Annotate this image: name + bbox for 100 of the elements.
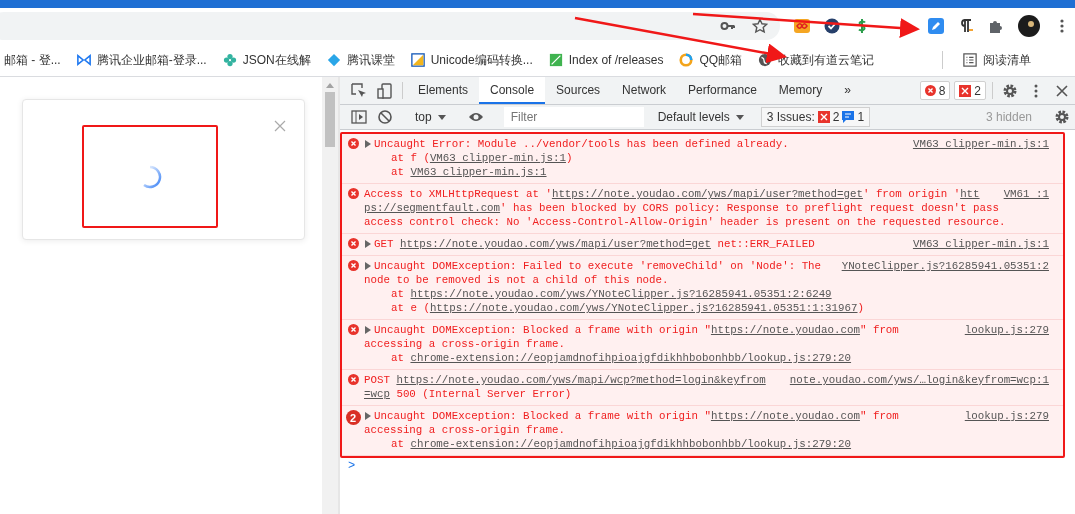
- error-icon: [347, 238, 359, 249]
- error-text: access control check: No 'Access-Control-Allow-Origin' header is present on the requested resource.: [364, 215, 1006, 229]
- issue-flag-icon: [959, 84, 972, 97]
- error-text: GET: [374, 237, 395, 251]
- code-link[interactable]: =wcp: [364, 387, 390, 401]
- levels-dropdown[interactable]: Default levels: [649, 110, 752, 124]
- error-text: accessing a cross-origin frame.: [364, 423, 565, 437]
- code-link[interactable]: https://note.youdao.com/yws/mapi/user?method=get: [551, 187, 863, 201]
- source-link[interactable]: YNoteClipper.js?16285941.05351:2: [833, 259, 1049, 273]
- caret-icon: [735, 114, 744, 120]
- star-icon[interactable]: [752, 18, 768, 34]
- source-link[interactable]: lookup.js:279: [956, 323, 1049, 337]
- check-circle-icon[interactable]: [824, 18, 840, 34]
- error-text: ' from origin ': [862, 187, 961, 201]
- scrollbar[interactable]: [322, 77, 340, 514]
- expand-triangle-icon[interactable]: [364, 262, 372, 270]
- pilcrow-icon[interactable]: [958, 18, 974, 34]
- error-icon: [347, 260, 359, 271]
- issue-flag-icon: [817, 111, 830, 123]
- pen-square-icon[interactable]: [928, 18, 944, 34]
- error-count-badge[interactable]: 8: [919, 81, 951, 100]
- error-icon: [347, 138, 359, 149]
- error-text: ): [857, 301, 864, 315]
- error-text: net::ERR_FAILED: [716, 237, 815, 251]
- code-link[interactable]: chrome-extension://eopjamdnofihpioajgfdikhhbobonhbb/lookup.js:279:20: [410, 437, 852, 451]
- bookmark-link[interactable]: 邮箱 - 登...: [0, 51, 69, 69]
- code-link[interactable]: chrome-extension://eopjamdnofihpioajgfdikhhbobonhbb/lookup.js:279:20: [410, 351, 852, 365]
- expand-triangle-icon[interactable]: [364, 140, 372, 148]
- bookmark-link[interactable]: QQ邮箱: [671, 51, 751, 69]
- settings-icon[interactable]: [1054, 109, 1070, 125]
- code-link[interactable]: https://note.youdao.com: [710, 323, 860, 337]
- devtools-tab[interactable]: Performance: [677, 77, 768, 104]
- list-icon: [963, 53, 978, 67]
- error-text: at: [391, 287, 405, 301]
- issue-count-badge[interactable]: 2: [954, 81, 986, 100]
- code-link[interactable]: htt: [960, 187, 980, 201]
- code-link[interactable]: https://note.youdao.com/yws/mapi/wcp?method=login&keyfrom: [396, 373, 766, 387]
- code-link[interactable]: VM63 clipper-min.js:1: [410, 165, 547, 179]
- error-text: Uncaught DOMException: Blocked a frame with origin ": [374, 323, 711, 337]
- error-text: accessing a cross-origin frame.: [364, 337, 565, 351]
- code-link[interactable]: https://note.youdao.com/yws/mapi/user?method=get: [399, 237, 711, 251]
- device-icon[interactable]: [377, 82, 393, 99]
- context-dropdown[interactable]: top: [407, 110, 454, 124]
- bookmark-link[interactable]: JSON在线解: [214, 51, 319, 69]
- devtools-tab[interactable]: Memory: [767, 77, 834, 104]
- issues-button[interactable]: 3 Issues: 2 1: [760, 107, 871, 127]
- bookmark-link[interactable]: Index of /releases: [540, 53, 672, 67]
- filter-field[interactable]: Filter: [503, 107, 644, 127]
- devtools-tab[interactable]: Console: [479, 77, 546, 104]
- error-text: at: [391, 351, 405, 365]
- code-link[interactable]: https://note.youdao.com/yws/YNoteClipper.js?16285941.05351:1:31967: [429, 301, 858, 315]
- bookmark-link[interactable]: 腾讯课堂: [318, 51, 403, 69]
- avatar-icon[interactable]: [1018, 15, 1040, 37]
- error-text: at f (: [391, 151, 430, 165]
- scrollbar-thumb[interactable]: [325, 92, 335, 147]
- devtools-tab[interactable]: Network: [611, 77, 678, 104]
- leaf-icon: [548, 53, 563, 67]
- code-link[interactable]: ps://segmentfault.com: [364, 201, 501, 215]
- more-tabs-button[interactable]: »: [833, 77, 862, 104]
- error-text: at e (: [391, 301, 430, 315]
- ring-icon: [679, 53, 694, 67]
- error-text: Uncaught Error: Module ../vendor/tools has been defined already.: [374, 137, 789, 151]
- expand-triangle-icon[interactable]: [364, 240, 372, 248]
- expand-triangle-icon[interactable]: [364, 412, 372, 420]
- expand-triangle-icon[interactable]: [364, 326, 372, 334]
- error-icon: [347, 188, 359, 199]
- address-bar[interactable]: [0, 12, 780, 40]
- console-prompt[interactable]: >: [340, 458, 1075, 473]
- error-text: at: [391, 437, 405, 451]
- repeat-count-badge: 2: [345, 410, 361, 425]
- error-text: ' has been blocked by CORS policy: Response to preflight request doesn't pass: [500, 201, 999, 215]
- puzzle-icon[interactable]: [988, 18, 1004, 34]
- inspect-icon[interactable]: [351, 82, 367, 99]
- source-link[interactable]: VM63 clipper-min.js:1: [904, 237, 1049, 251]
- error-text: " from: [859, 323, 899, 337]
- close-icon[interactable]: [1054, 82, 1070, 99]
- bookmark-link[interactable]: 腾讯企业邮箱-登录...: [68, 51, 215, 69]
- error-icon: [347, 374, 359, 385]
- reading-list-link[interactable]: 阅读清单: [955, 51, 1040, 69]
- source-link[interactable]: lookup.js:279: [956, 409, 1049, 423]
- sidebar-toggle-icon[interactable]: [351, 109, 367, 125]
- source-link[interactable]: VM63 clipper-min.js:1: [904, 137, 1049, 151]
- code-link[interactable]: https://note.youdao.com/yws/YNoteClipper.js?16285941.05351:2:6249: [410, 287, 832, 301]
- error-text: Uncaught DOMException: Blocked a frame with origin ": [374, 409, 711, 423]
- source-link[interactable]: VM61 :1: [995, 187, 1049, 201]
- error-icon: [924, 85, 936, 96]
- devtools-tab[interactable]: Sources: [545, 77, 612, 104]
- code-link[interactable]: https://note.youdao.com: [710, 409, 860, 423]
- diamond-icon: [326, 53, 341, 67]
- globe-icon: [758, 53, 773, 67]
- bookmark-link[interactable]: Unicode编码转换...: [402, 51, 541, 69]
- code-link[interactable]: VM63 clipper-min.js:1: [429, 151, 566, 165]
- flower-icon: [222, 53, 237, 67]
- source-link[interactable]: note.youdao.com/yws/…login&keyfrom=wcp:1: [781, 373, 1049, 387]
- settings-icon[interactable]: [1002, 82, 1018, 99]
- error-text: at: [391, 165, 405, 179]
- clear-console-icon[interactable]: [377, 109, 393, 125]
- devtools-tab[interactable]: Elements: [407, 77, 480, 104]
- error-text: Access to XMLHttpRequest at ': [364, 187, 552, 201]
- error-text: POST: [364, 373, 391, 387]
